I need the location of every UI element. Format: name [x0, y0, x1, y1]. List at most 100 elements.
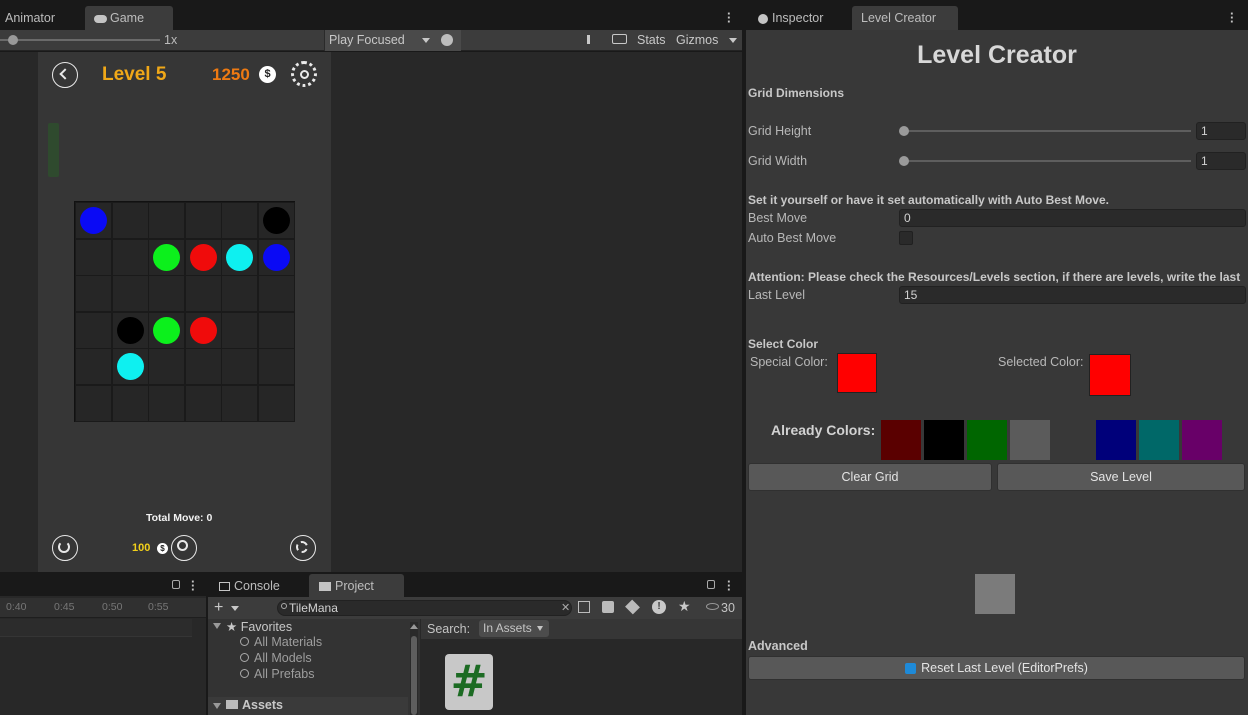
animation-menu-icon[interactable]: · · · — [191, 575, 195, 596]
ball[interactable] — [262, 243, 290, 271]
add-chevron-icon[interactable] — [231, 606, 239, 611]
clear-grid-button[interactable]: Clear Grid — [748, 463, 992, 491]
tree-scrollbar[interactable] — [410, 622, 418, 715]
grid-height-slider[interactable] — [903, 130, 1191, 132]
settings-gear-icon[interactable] — [291, 61, 317, 87]
csharp-script-icon[interactable]: # — [445, 654, 493, 710]
grid-cell[interactable] — [221, 275, 258, 312]
grid-height-input[interactable]: 1 — [1196, 122, 1246, 140]
assets-item[interactable]: Assets — [226, 698, 283, 712]
ball[interactable] — [153, 243, 180, 271]
grid-cell[interactable] — [221, 348, 258, 385]
play-mode-dropdown[interactable]: Play Focused — [324, 30, 461, 51]
grid-cell[interactable] — [75, 348, 112, 385]
undo-button[interactable] — [52, 535, 78, 561]
grid-cell[interactable] — [111, 202, 149, 239]
warning-filter-icon[interactable]: ! — [652, 600, 666, 614]
favorite-star-icon[interactable]: ★ — [678, 598, 691, 615]
tab-animator[interactable]: Animator — [0, 6, 61, 30]
already-color-swatch[interactable] — [1010, 420, 1050, 460]
already-color-swatch[interactable] — [1182, 420, 1222, 460]
grid-cell[interactable] — [111, 275, 149, 312]
timeline-track[interactable] — [0, 619, 192, 637]
grid-cell[interactable] — [184, 202, 222, 239]
grid-cell[interactable] — [221, 202, 258, 239]
grid-cell[interactable] — [184, 348, 222, 385]
game-menu-icon[interactable]: · · · — [727, 7, 731, 28]
grid-width-input[interactable]: 1 — [1196, 152, 1246, 170]
grid-cell[interactable] — [257, 348, 295, 385]
already-color-swatch[interactable] — [1053, 420, 1093, 460]
tab-console[interactable]: Console — [215, 574, 286, 598]
already-color-swatch[interactable] — [1139, 420, 1179, 460]
add-plus-icon[interactable]: + — [214, 599, 223, 617]
gizmos-chevron-icon[interactable] — [729, 38, 737, 43]
ball[interactable] — [189, 243, 217, 271]
inspector-menu-icon[interactable]: · · · — [1230, 7, 1234, 28]
filter-icon[interactable] — [602, 601, 614, 613]
grid-cell[interactable] — [75, 384, 112, 422]
grid-width-slider[interactable] — [903, 160, 1191, 162]
already-color-swatch[interactable] — [1096, 420, 1136, 460]
clear-search-icon[interactable]: ✕ — [561, 601, 570, 614]
project-search-input[interactable]: TileMana — [277, 600, 572, 616]
scale-slider-track[interactable] — [0, 39, 160, 41]
selected-color-swatch[interactable] — [1089, 354, 1131, 396]
auto-best-move-checkbox[interactable] — [899, 231, 913, 245]
grid-cell[interactable] — [257, 275, 295, 312]
bug-icon[interactable] — [441, 34, 453, 46]
grid-cell[interactable] — [148, 202, 185, 239]
ball[interactable] — [153, 316, 180, 344]
grid-cell[interactable] — [257, 311, 295, 349]
back-button[interactable] — [52, 62, 78, 88]
favorite-all-prefabs[interactable]: All Prefabs — [240, 667, 314, 681]
scale-slider-thumb[interactable] — [8, 35, 18, 45]
grid-cell[interactable] — [75, 238, 112, 276]
tab-project[interactable]: Project — [309, 574, 404, 598]
grid-cell[interactable] — [184, 384, 222, 422]
already-color-swatch[interactable] — [881, 420, 921, 460]
already-color-swatch[interactable] — [924, 420, 964, 460]
ball[interactable] — [262, 207, 290, 234]
ball[interactable] — [189, 316, 217, 344]
timeline-ruler[interactable]: 0:40 0:45 0:50 0:55 — [0, 598, 206, 618]
game-grid[interactable] — [74, 201, 295, 422]
tab-inspector[interactable]: Inspector — [752, 6, 829, 30]
ball[interactable] — [226, 243, 253, 271]
already-color-swatch[interactable] — [967, 420, 1007, 460]
grid-height-slider-thumb[interactable] — [899, 126, 909, 136]
grid-cell[interactable] — [148, 348, 185, 385]
expand-favorites-icon[interactable] — [213, 623, 221, 629]
stats-button[interactable]: Stats — [637, 33, 666, 47]
favorite-all-materials[interactable]: All Materials — [240, 635, 322, 649]
grid-cell[interactable] — [221, 384, 258, 422]
last-level-input[interactable]: 15 — [899, 286, 1246, 304]
ball[interactable] — [80, 207, 107, 234]
reset-last-level-button[interactable]: Reset Last Level (EditorPrefs) — [748, 656, 1245, 680]
grid-cell[interactable] — [75, 275, 112, 312]
grid-cell[interactable] — [111, 384, 149, 422]
keyboard-icon[interactable] — [612, 34, 627, 44]
restart-button[interactable] — [290, 535, 316, 561]
special-color-swatch[interactable] — [837, 353, 877, 393]
eye-icon[interactable] — [706, 603, 719, 610]
grid-cell[interactable] — [75, 311, 112, 349]
best-move-input[interactable]: 0 — [899, 209, 1246, 227]
grid-width-slider-thumb[interactable] — [899, 156, 909, 166]
ball[interactable] — [116, 353, 144, 380]
grid-cell[interactable] — [148, 384, 185, 422]
tab-game[interactable]: Game — [85, 6, 173, 30]
grid-cell[interactable] — [184, 275, 222, 312]
save-level-button[interactable]: Save Level — [997, 463, 1245, 491]
favorite-all-models[interactable]: All Models — [240, 651, 312, 665]
tab-level-creator[interactable]: Level Creator — [852, 6, 958, 30]
grid-preview-cell[interactable] — [975, 574, 1015, 614]
grid-cell[interactable] — [221, 311, 258, 349]
ball[interactable] — [116, 316, 144, 344]
search-by-type-icon[interactable] — [578, 601, 590, 613]
audio-mute-icon[interactable] — [587, 35, 598, 44]
search-scope-dropdown[interactable]: In Assets — [479, 620, 549, 637]
favorites-item[interactable]: ★ Favorites — [226, 619, 292, 634]
expand-assets-icon[interactable] — [213, 703, 221, 709]
grid-cell[interactable] — [111, 238, 149, 276]
